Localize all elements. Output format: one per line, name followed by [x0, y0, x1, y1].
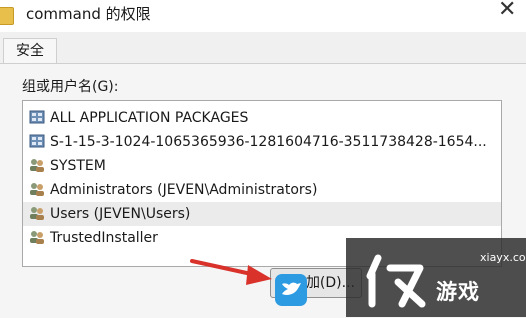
list-item-selected[interactable]: Users (JEVEN\Users): [23, 202, 501, 226]
list-item[interactable]: ALL APPLICATION PACKAGES: [29, 106, 499, 130]
principal-name: SYSTEM: [50, 158, 106, 174]
app-packages-icon: [29, 134, 45, 148]
principal-name: TrustedInstaller: [50, 230, 158, 246]
title-bar: command 的权限 ✕: [0, 0, 526, 32]
watermark-logo-icon: [366, 254, 426, 308]
principal-name: S-1-15-3-1024-1065365936-1281604716-3511…: [50, 134, 487, 150]
list-item[interactable]: SYSTEM: [29, 154, 499, 178]
watermark-url: xiayx.com: [480, 251, 526, 264]
principal-name: ALL APPLICATION PACKAGES: [50, 110, 249, 126]
users-group-icon: [30, 159, 44, 172]
tab-security[interactable]: 安全: [3, 38, 57, 65]
principal-name: Users (JEVEN\Users): [50, 206, 191, 222]
red-arrow-icon: [190, 259, 272, 285]
users-group-icon: [30, 207, 44, 220]
tab-strip: 安全: [0, 32, 526, 65]
window-title: command 的权限: [26, 5, 151, 23]
app-packages-icon: [29, 110, 45, 124]
users-group-icon: [30, 231, 44, 244]
watermark-brand: 游戏: [436, 280, 480, 304]
group-or-user-names-label: 组或用户名(G):: [22, 79, 119, 95]
list-item[interactable]: S-1-15-3-1024-1065365936-1281604716-3511…: [29, 130, 499, 154]
principal-name: Administrators (JEVEN\Administrators): [50, 182, 318, 198]
list-item[interactable]: Administrators (JEVEN\Administrators): [29, 178, 499, 202]
folder-icon: [0, 7, 14, 25]
close-button[interactable]: ✕: [498, 0, 516, 22]
users-group-icon: [30, 183, 44, 196]
